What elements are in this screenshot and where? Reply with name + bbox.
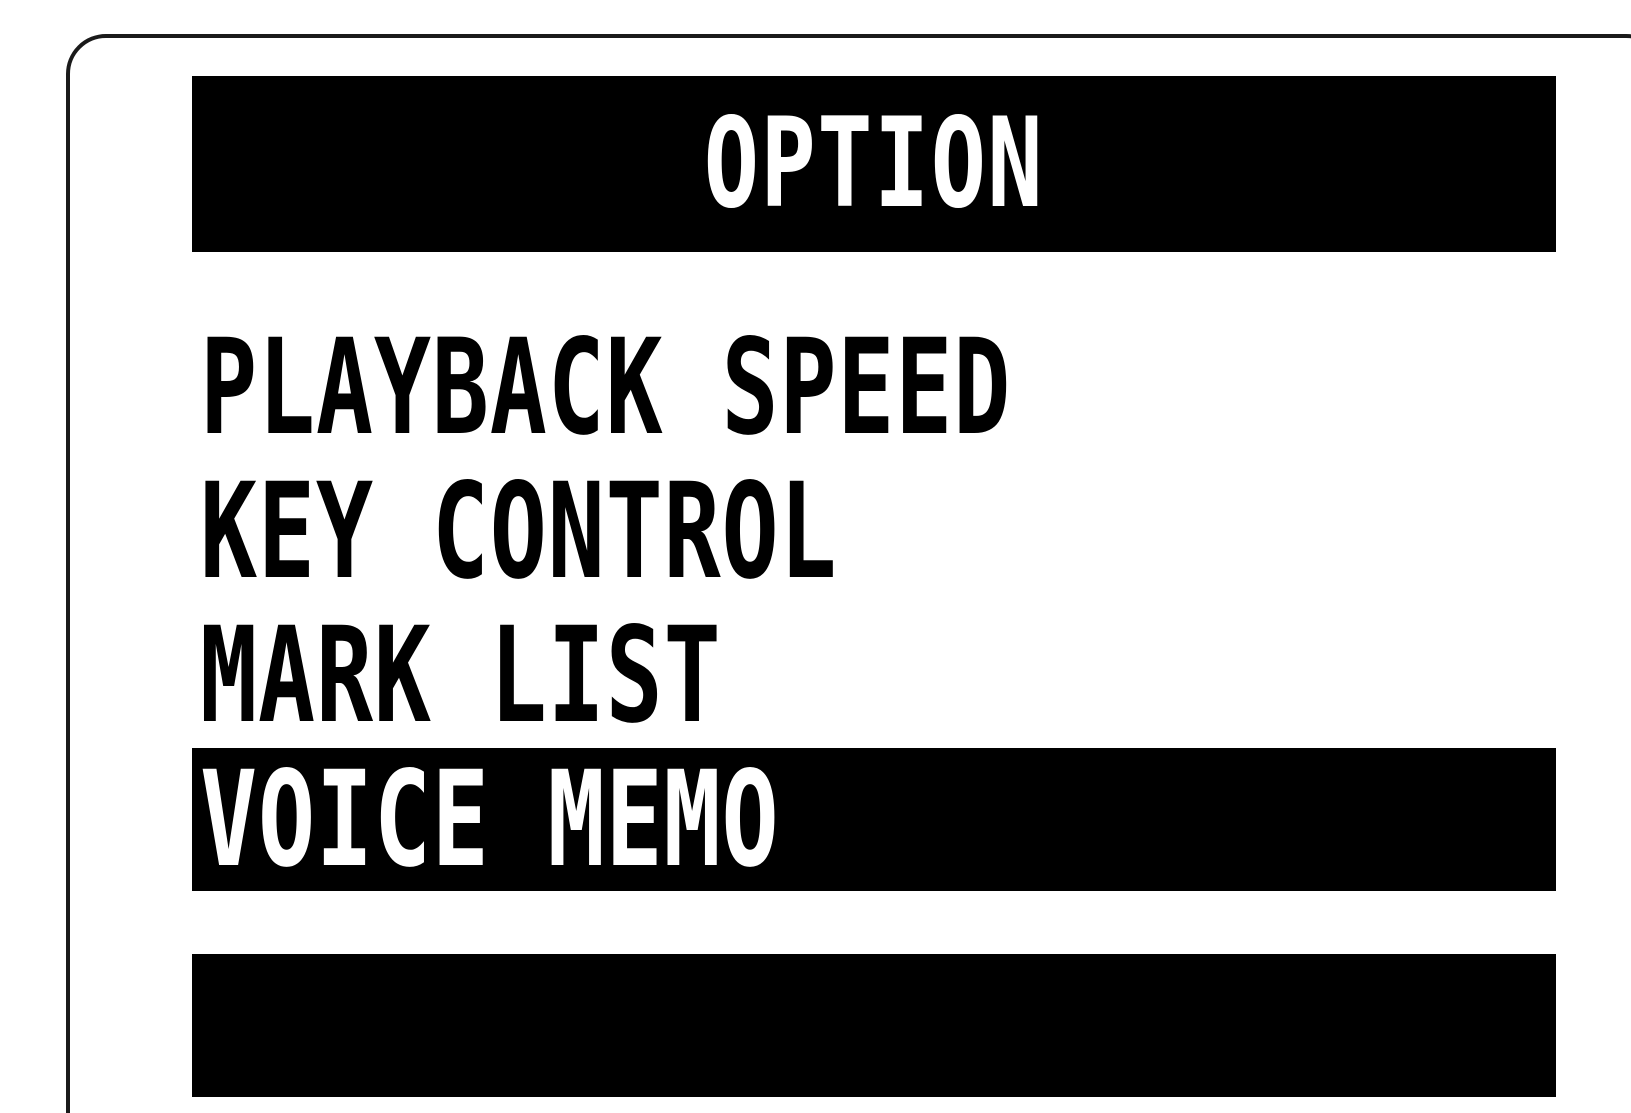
menu-item-key-control[interactable]: KEY CONTROL [192, 460, 1556, 603]
menu-item-empty-highlight-bar [192, 954, 1556, 1097]
menu-item-label: PLAYBACK SPEED [200, 310, 1012, 465]
screen-title: OPTION [703, 92, 1045, 236]
menu-item-label: VOICE MEMO [200, 742, 780, 897]
menu-item-playback-speed[interactable]: PLAYBACK SPEED [192, 316, 1556, 459]
menu-item-mark-list[interactable]: MARK LIST [192, 604, 1556, 747]
menu-item-label: MARK LIST [200, 598, 722, 753]
menu-item-label: KEY CONTROL [200, 454, 838, 609]
title-bar: OPTION [192, 76, 1556, 252]
menu-item-voice-memo[interactable]: VOICE MEMO [192, 748, 1556, 891]
